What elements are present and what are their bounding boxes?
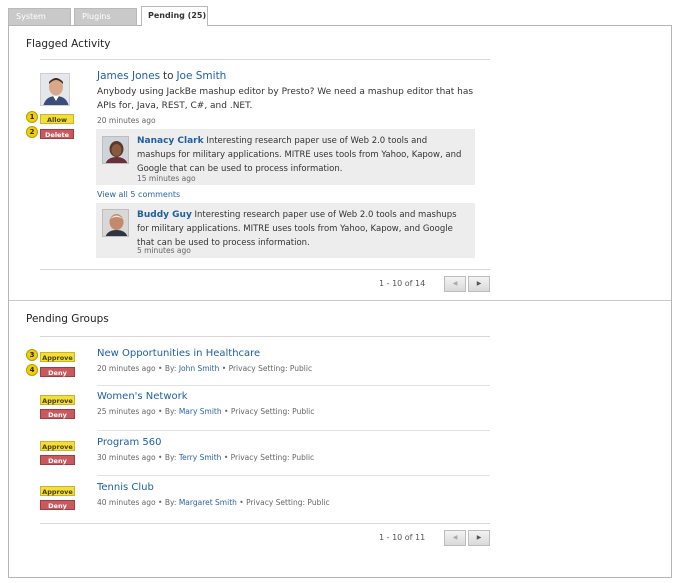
callout-2: 2 xyxy=(26,126,38,138)
callout-3: 3 xyxy=(26,349,38,361)
section-rule xyxy=(40,523,490,524)
post-connector: to xyxy=(163,70,174,82)
group-rule xyxy=(97,385,490,386)
callout-4: 4 xyxy=(26,364,38,376)
group-name-link[interactable]: Tennis Club xyxy=(97,482,154,493)
group-owner-link[interactable]: Margaret Smith xyxy=(179,498,237,507)
group-meta: 20 minutes ago • By: John Smith • Privac… xyxy=(97,364,313,373)
comment-item: Nanacy Clark Interesting research paper … xyxy=(96,129,475,185)
avatar-james-jones[interactable] xyxy=(40,73,70,106)
section-rule xyxy=(40,269,490,270)
deny-button[interactable]: Deny xyxy=(40,455,75,465)
post-author-link[interactable]: James Jones xyxy=(97,70,160,82)
group-owner-link[interactable]: John Smith xyxy=(179,364,220,373)
deny-button[interactable]: Deny xyxy=(40,409,75,419)
deny-button[interactable]: Deny xyxy=(40,500,75,510)
view-all-comments-link[interactable]: View all 5 comments xyxy=(97,190,180,199)
comment-time: 5 minutes ago xyxy=(137,246,191,255)
comment-author-link[interactable]: Buddy Guy xyxy=(137,210,192,220)
group-name-link[interactable]: Women's Network xyxy=(97,391,188,402)
group-name-link[interactable]: New Opportunities in Healthcare xyxy=(97,348,260,359)
avatar-nanacy-clark[interactable] xyxy=(102,136,129,164)
comment-time: 15 minutes ago xyxy=(137,174,196,183)
group-meta: 25 minutes ago • By: Mary Smith • Privac… xyxy=(97,407,315,416)
tab-pending[interactable]: Pending (25) xyxy=(141,6,208,26)
callout-1: 1 xyxy=(26,111,38,123)
tab-plugins[interactable]: Plugins xyxy=(74,8,137,25)
pager-next-button[interactable]: ▶ xyxy=(468,276,490,292)
flagged-activity-title: Flagged Activity xyxy=(26,38,111,50)
groups-pager: 1 - 10 of 11 ◀ ▶ xyxy=(379,530,490,547)
post-recipient-link[interactable]: Joe Smith xyxy=(176,70,226,82)
post-text: Anybody using JackBe mashup editor by Pr… xyxy=(97,87,474,111)
group-owner-link[interactable]: Terry Smith xyxy=(179,453,222,462)
pager-next-button[interactable]: ▶ xyxy=(468,530,490,546)
approve-button[interactable]: Approve xyxy=(40,441,75,451)
allow-button[interactable]: Allow xyxy=(40,114,74,124)
pager-label: 1 - 10 of 14 xyxy=(379,279,426,288)
tab-bar: System Plugins Pending (25) xyxy=(8,6,672,26)
group-owner-link[interactable]: Mary Smith xyxy=(179,407,222,416)
group-meta: 40 minutes ago • By: Margaret Smith • Pr… xyxy=(97,498,330,507)
approve-button[interactable]: Approve xyxy=(40,486,75,496)
section-rule xyxy=(40,336,490,337)
group-meta: 30 minutes ago • By: Terry Smith • Priva… xyxy=(97,453,315,462)
comment-text: Nanacy Clark Interesting research paper … xyxy=(137,134,467,176)
section-divider xyxy=(9,300,671,301)
group-rule xyxy=(97,430,490,431)
pager-prev-button[interactable]: ◀ xyxy=(444,276,466,292)
post-header: James Jones to Joe Smith xyxy=(97,70,226,82)
approve-button[interactable]: Approve xyxy=(40,352,75,362)
pending-panel: Flagged Activity 1 Allow 2 Delete James … xyxy=(8,25,672,578)
deny-button[interactable]: Deny xyxy=(40,367,75,377)
person-avatar-icon xyxy=(41,74,69,105)
delete-button[interactable]: Delete xyxy=(40,129,74,139)
person-avatar-icon xyxy=(103,137,128,163)
group-name-link[interactable]: Program 560 xyxy=(97,437,161,448)
comment-author-link[interactable]: Nanacy Clark xyxy=(137,136,204,146)
comment-item: Buddy Guy Interesting research paper use… xyxy=(96,203,475,258)
pending-groups-title: Pending Groups xyxy=(26,313,109,325)
avatar-buddy-guy[interactable] xyxy=(102,209,129,237)
group-rule xyxy=(97,475,490,476)
pager-prev-button[interactable]: ◀ xyxy=(444,530,466,546)
tab-system[interactable]: System xyxy=(8,8,71,25)
flagged-pager: 1 - 10 of 14 ◀ ▶ xyxy=(379,276,490,293)
person-avatar-icon xyxy=(103,210,128,236)
approve-button[interactable]: Approve xyxy=(40,395,75,405)
section-rule xyxy=(40,59,490,60)
post-time: 20 minutes ago xyxy=(97,116,156,125)
pager-label: 1 - 10 of 11 xyxy=(379,533,426,542)
comment-text: Buddy Guy Interesting research paper use… xyxy=(137,208,467,250)
